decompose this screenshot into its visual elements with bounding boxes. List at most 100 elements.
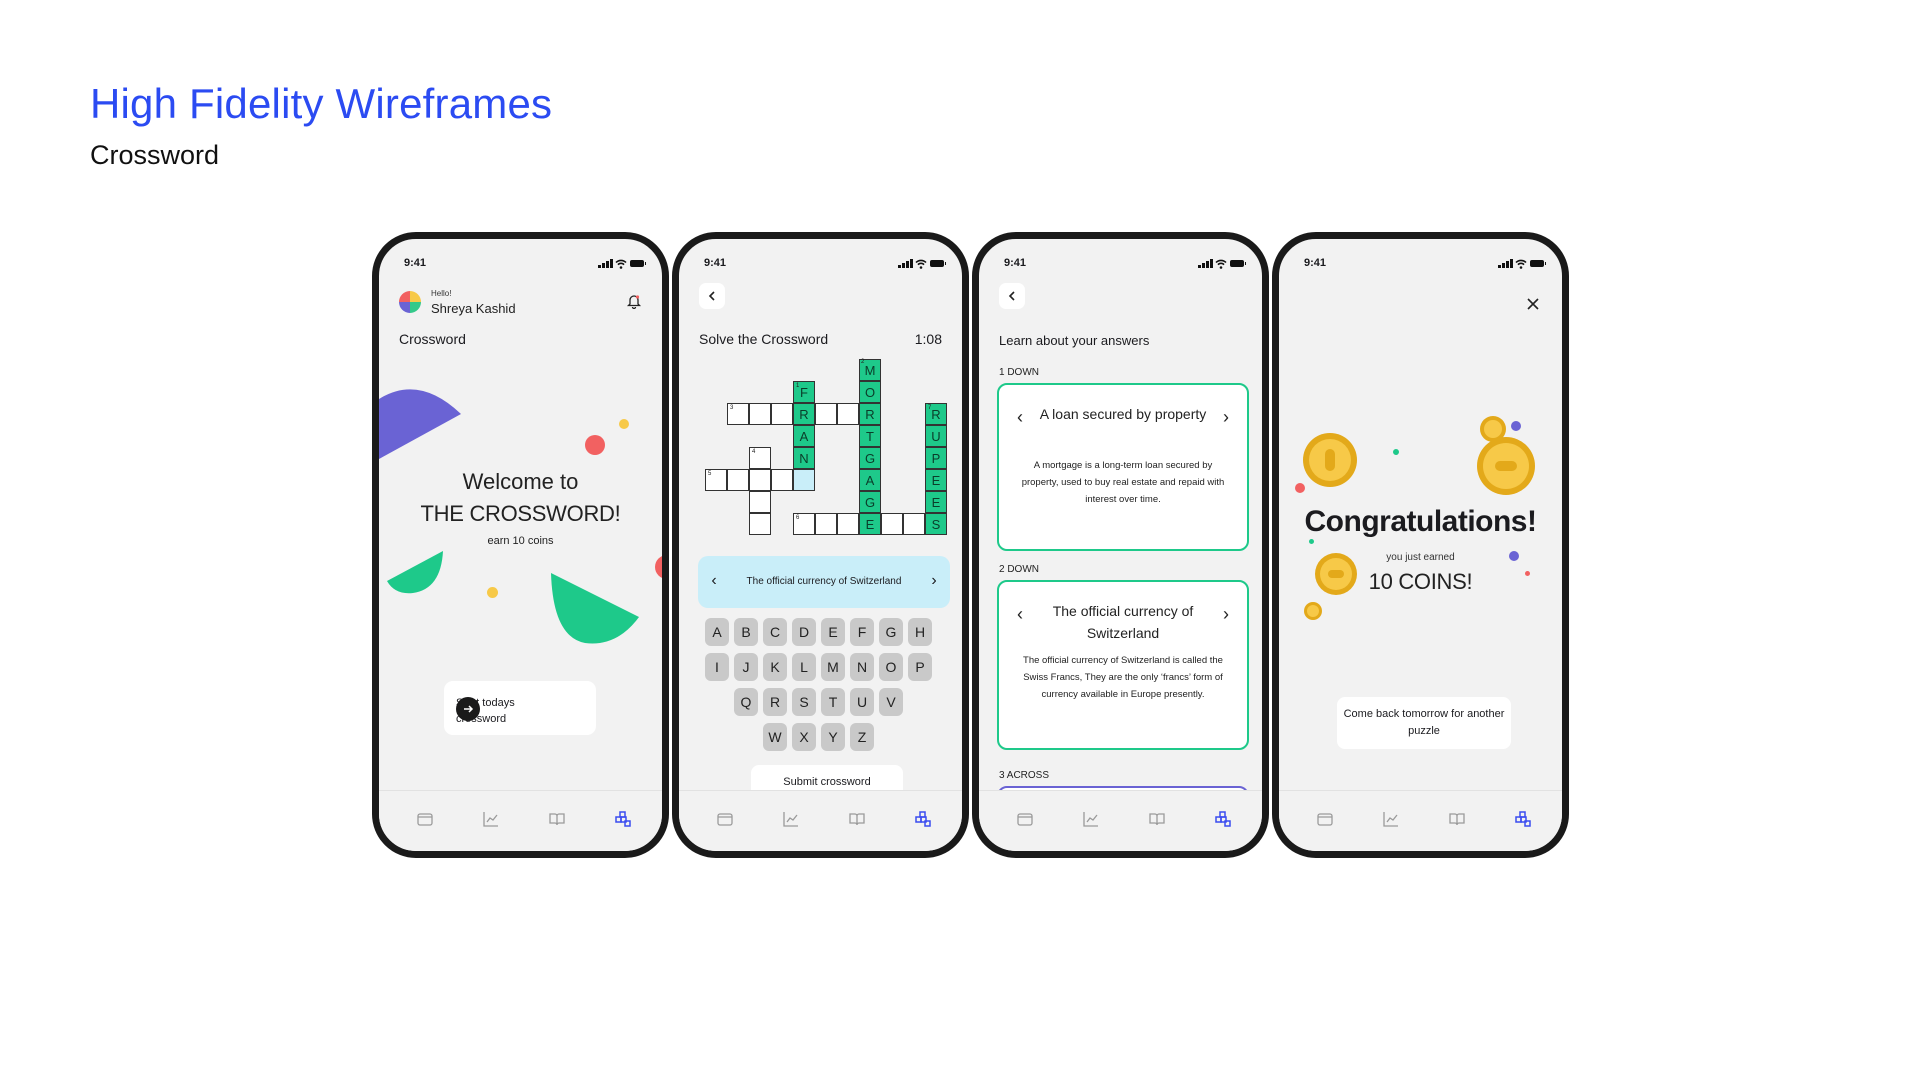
key[interactable]: J <box>734 653 758 681</box>
grid-cell[interactable] <box>727 469 749 491</box>
key[interactable]: F <box>850 618 874 646</box>
key[interactable]: O <box>879 653 903 681</box>
chart-icon[interactable] <box>481 809 501 829</box>
grid-cell[interactable]: 1F <box>793 381 815 403</box>
grid-cell[interactable]: 4 <box>749 447 771 469</box>
grid-cell[interactable]: P <box>925 447 947 469</box>
grid-cell[interactable]: 3 <box>727 403 749 425</box>
chevron-right-icon[interactable]: › <box>1223 604 1229 625</box>
grid-cell[interactable]: 7R <box>925 403 947 425</box>
puzzle-icon[interactable] <box>913 809 933 829</box>
key[interactable]: D <box>792 618 816 646</box>
key[interactable]: B <box>734 618 758 646</box>
grid-cell[interactable] <box>771 403 793 425</box>
come-back-message[interactable]: Come back tomorrow for another puzzle <box>1337 697 1511 749</box>
grid-cell[interactable]: G <box>859 491 881 513</box>
key[interactable]: Y <box>821 723 845 751</box>
answer-card: ‹ A loan secured by property › A mortgag… <box>997 383 1249 551</box>
key[interactable]: V <box>879 688 903 716</box>
chevron-left-icon[interactable]: ‹ <box>706 556 722 606</box>
grid-cell[interactable] <box>837 403 859 425</box>
grid-cell[interactable] <box>815 403 837 425</box>
start-crossword-button[interactable]: Start todays crossword <box>444 681 596 735</box>
wallet-icon[interactable] <box>1015 809 1035 829</box>
grid-cell[interactable]: O <box>859 381 881 403</box>
key[interactable]: T <box>821 688 845 716</box>
key[interactable]: Q <box>734 688 758 716</box>
answer-body: The official currency of Switzerland is … <box>1023 655 1223 700</box>
key[interactable]: R <box>763 688 787 716</box>
timer: 1:08 <box>914 331 942 347</box>
grid-cell[interactable]: T <box>859 425 881 447</box>
grid-cell[interactable] <box>815 513 837 535</box>
grid-cell[interactable]: R <box>793 403 815 425</box>
grid-cell[interactable]: E <box>925 491 947 513</box>
puzzle-icon[interactable] <box>613 809 633 829</box>
grid-cell[interactable] <box>749 513 771 535</box>
back-button[interactable] <box>699 283 725 309</box>
book-icon[interactable] <box>847 809 867 829</box>
chart-icon[interactable] <box>1081 809 1101 829</box>
key[interactable]: W <box>763 723 787 751</box>
key[interactable]: G <box>879 618 903 646</box>
bell-icon[interactable] <box>626 293 642 309</box>
key[interactable]: C <box>763 618 787 646</box>
grid-cell[interactable] <box>771 469 793 491</box>
key[interactable]: H <box>908 618 932 646</box>
grid-cell[interactable] <box>881 513 903 535</box>
grid-cell-active[interactable] <box>793 469 815 491</box>
answer-body: A mortgage is a long-term loan secured b… <box>1021 460 1225 505</box>
grid-cell[interactable]: E <box>859 513 881 535</box>
status-bar: 9:41 <box>379 257 662 273</box>
chevron-right-icon[interactable]: › <box>926 556 942 606</box>
grid-cell[interactable] <box>837 513 859 535</box>
greeting-text: Hello! <box>431 289 452 298</box>
chevron-left-icon[interactable]: ‹ <box>1017 407 1023 428</box>
key[interactable]: S <box>792 688 816 716</box>
grid-cell[interactable] <box>749 469 771 491</box>
grid-cell[interactable] <box>749 403 771 425</box>
key[interactable]: I <box>705 653 729 681</box>
key[interactable]: M <box>821 653 845 681</box>
decor-dot <box>1309 539 1314 544</box>
key[interactable]: Z <box>850 723 874 751</box>
wallet-icon[interactable] <box>415 809 435 829</box>
key[interactable]: X <box>792 723 816 751</box>
grid-cell[interactable]: N <box>793 447 815 469</box>
grid-cell[interactable]: E <box>925 469 947 491</box>
chart-icon[interactable] <box>1381 809 1401 829</box>
grid-cell[interactable]: A <box>793 425 815 447</box>
puzzle-icon[interactable] <box>1213 809 1233 829</box>
grid-cell[interactable]: U <box>925 425 947 447</box>
key[interactable]: U <box>850 688 874 716</box>
wallet-icon[interactable] <box>715 809 735 829</box>
grid-cell[interactable]: 6 <box>793 513 815 535</box>
key[interactable]: E <box>821 618 845 646</box>
chevron-right-icon[interactable]: › <box>1223 407 1229 428</box>
coins-earned: 10 COINS! <box>1368 569 1473 594</box>
grid-cell[interactable]: S <box>925 513 947 535</box>
close-icon[interactable] <box>1526 297 1540 311</box>
puzzle-icon[interactable] <box>1513 809 1533 829</box>
battery-icon <box>1530 260 1546 267</box>
grid-cell[interactable]: R <box>859 403 881 425</box>
key[interactable]: A <box>705 618 729 646</box>
key[interactable]: P <box>908 653 932 681</box>
avatar[interactable] <box>399 291 421 313</box>
grid-cell[interactable] <box>903 513 925 535</box>
book-icon[interactable] <box>1447 809 1467 829</box>
key[interactable]: N <box>850 653 874 681</box>
key[interactable]: L <box>792 653 816 681</box>
chevron-left-icon[interactable]: ‹ <box>1017 604 1023 625</box>
wifi-icon <box>1515 259 1527 269</box>
grid-cell[interactable] <box>749 491 771 513</box>
book-icon[interactable] <box>1147 809 1167 829</box>
chart-icon[interactable] <box>781 809 801 829</box>
key[interactable]: K <box>763 653 787 681</box>
back-button[interactable] <box>999 283 1025 309</box>
wallet-icon[interactable] <box>1315 809 1335 829</box>
grid-cell[interactable]: A <box>859 469 881 491</box>
grid-cell[interactable]: G <box>859 447 881 469</box>
grid-cell[interactable]: 5 <box>705 469 727 491</box>
book-icon[interactable] <box>547 809 567 829</box>
